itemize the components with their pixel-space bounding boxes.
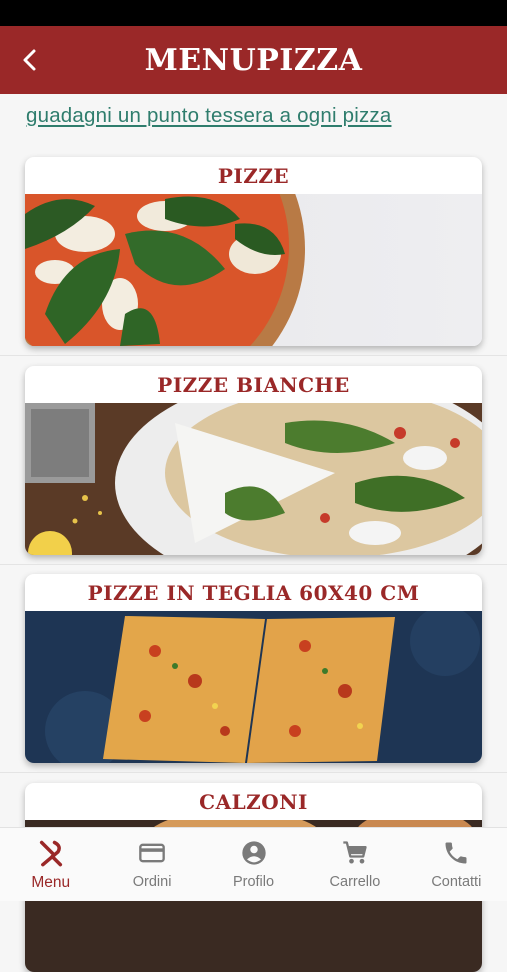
account-icon [241, 841, 266, 865]
nav-item-contatti[interactable]: Contatti [406, 828, 507, 901]
separator [0, 355, 507, 356]
category-card-pizze[interactable]: PIZZE [25, 157, 482, 346]
category-title: PIZZE IN TEGLIA 60X40 CM [87, 580, 420, 605]
cart-icon [343, 841, 367, 864]
separator [0, 772, 507, 773]
category-image [25, 194, 482, 346]
nav-item-carrello[interactable]: Carrello [304, 828, 405, 901]
category-title: PIZZE BIANCHE [157, 372, 350, 397]
fork-knife-icon [39, 840, 62, 867]
category-card-pizze-bianche[interactable]: PIZZE BIANCHE [25, 366, 482, 555]
loyalty-promo-link[interactable]: guadagni un punto tessera a ogni pizza [26, 104, 486, 128]
category-card-pizze-in-teglia[interactable]: PIZZE IN TEGLIA 60X40 CM [25, 574, 482, 763]
category-title: CALZONI [199, 789, 308, 814]
back-button[interactable] [10, 40, 50, 80]
category-title: PIZZE [217, 163, 290, 188]
nav-label: Carrello [329, 874, 381, 890]
phone-icon [445, 842, 467, 864]
nav-item-ordini[interactable]: Ordini [101, 828, 202, 901]
nav-label: Ordini [132, 874, 172, 890]
nav-label: Menu [31, 874, 71, 891]
nav-label: Profilo [232, 874, 275, 890]
status-bar [0, 0, 507, 26]
app-title: MENUPIZZA [144, 42, 363, 78]
nav-item-menu[interactable]: Menu [0, 828, 101, 901]
app-header: MENUPIZZA [0, 26, 507, 94]
chevron-left-icon [23, 49, 36, 71]
category-image [25, 403, 482, 555]
bottom-navigation: Menu Ordini Profilo Carrello Contatti [0, 827, 507, 901]
card-icon [139, 843, 165, 863]
category-image [25, 611, 482, 763]
separator [0, 564, 507, 565]
nav-label: Contatti [431, 874, 482, 890]
nav-item-profilo[interactable]: Profilo [203, 828, 304, 901]
